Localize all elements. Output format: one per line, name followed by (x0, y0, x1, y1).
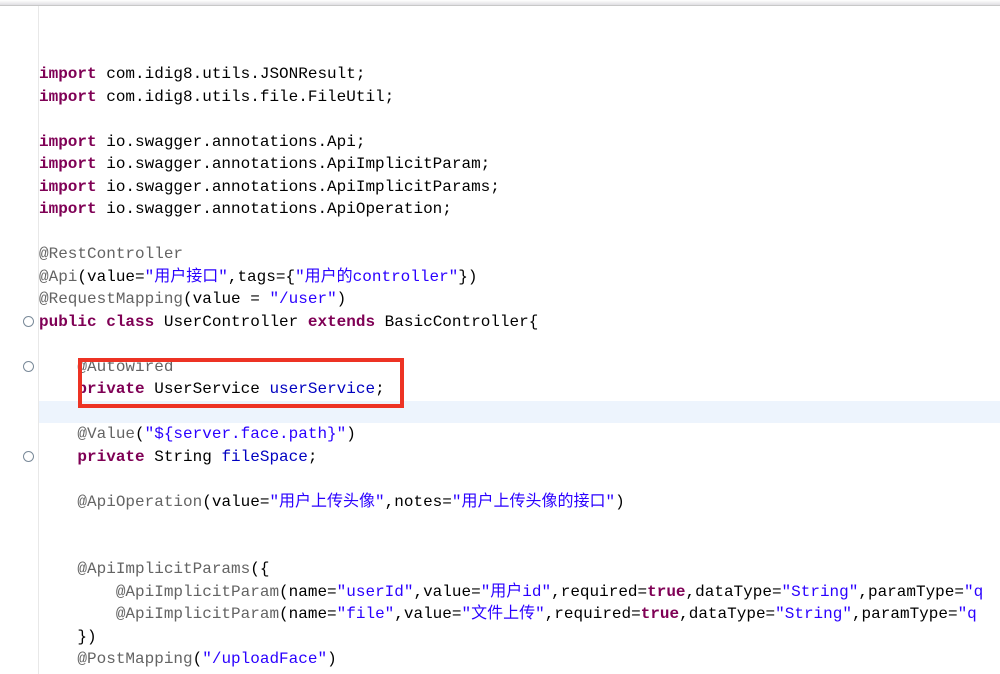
line-number (0, 18, 22, 41)
line-number (0, 176, 22, 199)
line-number (0, 221, 22, 244)
line-number (0, 131, 22, 154)
fold-marker (22, 401, 34, 424)
code-line[interactable]: @ApiImplicitParam(name="userId",value="用… (39, 581, 1000, 604)
line-number (0, 108, 22, 131)
code-line[interactable] (39, 108, 1000, 131)
line-number (0, 41, 22, 64)
fold-marker (22, 558, 34, 581)
fold-marker (22, 288, 34, 311)
code-line[interactable]: @PostMapping("/uploadFace") (39, 648, 1000, 671)
fold-marker (22, 243, 34, 266)
fold-marker (22, 378, 34, 401)
code-line[interactable]: @RequestMapping(value = "/user") (39, 288, 1000, 311)
line-number (0, 288, 22, 311)
line-number (0, 311, 22, 334)
fold-marker[interactable] (22, 446, 34, 469)
fold-marker (22, 581, 34, 604)
code-area[interactable]: import com.idig8.utils.JSONResult;import… (39, 6, 1000, 674)
fold-marker (22, 86, 34, 109)
fold-marker (22, 626, 34, 649)
code-line[interactable]: public JSONResult uploadFace(String user… (39, 671, 1000, 674)
fold-marker (22, 648, 34, 671)
code-line[interactable]: @RestController (39, 243, 1000, 266)
line-number (0, 86, 22, 109)
line-number (0, 491, 22, 514)
line-number-gutter (0, 6, 22, 674)
line-number (0, 513, 22, 536)
code-line[interactable]: public class UserController extends Basi… (39, 311, 1000, 334)
line-number (0, 648, 22, 671)
fold-marker (22, 266, 34, 289)
code-line[interactable]: private UserService userService; (39, 378, 1000, 401)
line-number (0, 401, 22, 424)
fold-marker-column (22, 6, 34, 674)
fold-marker (22, 198, 34, 221)
line-number (0, 63, 22, 86)
fold-marker (22, 536, 34, 559)
fold-marker (22, 18, 34, 41)
fold-marker (22, 333, 34, 356)
line-number (0, 603, 22, 626)
code-line[interactable]: import io.swagger.annotations.ApiImplici… (39, 176, 1000, 199)
line-number (0, 536, 22, 559)
code-line[interactable]: @Autowired (39, 356, 1000, 379)
line-number (0, 626, 22, 649)
fold-marker (22, 108, 34, 131)
fold-marker (22, 63, 34, 86)
line-number (0, 423, 22, 446)
line-number (0, 468, 22, 491)
fold-marker (22, 491, 34, 514)
line-number (0, 153, 22, 176)
code-line[interactable] (39, 468, 1000, 491)
code-editor: import com.idig8.utils.JSONResult;import… (0, 6, 1000, 674)
line-number (0, 266, 22, 289)
fold-marker (22, 513, 34, 536)
code-line[interactable] (39, 513, 1000, 536)
line-number (0, 243, 22, 266)
code-line[interactable]: import io.swagger.annotations.ApiImplici… (39, 153, 1000, 176)
fold-marker (22, 221, 34, 244)
line-number (0, 356, 22, 379)
code-line[interactable]: @ApiImplicitParam(name="file",value="文件上… (39, 603, 1000, 626)
code-line[interactable] (39, 401, 1000, 424)
code-line[interactable] (39, 536, 1000, 559)
line-number (0, 446, 22, 469)
fold-marker (22, 41, 34, 64)
fold-marker (22, 423, 34, 446)
code-line[interactable]: private String fileSpace; (39, 446, 1000, 469)
fold-marker (22, 468, 34, 491)
code-line[interactable]: import com.idig8.utils.file.FileUtil; (39, 86, 1000, 109)
fold-marker (22, 131, 34, 154)
code-line[interactable]: import com.idig8.utils.JSONResult; (39, 63, 1000, 86)
code-line[interactable] (39, 333, 1000, 356)
code-line[interactable]: @ApiImplicitParams({ (39, 558, 1000, 581)
fold-marker[interactable] (22, 311, 34, 334)
line-number (0, 333, 22, 356)
line-number (0, 198, 22, 221)
fold-marker (22, 603, 34, 626)
line-number (0, 378, 22, 401)
code-line[interactable]: @Api(value="用户接口",tags={"用户的controller"}… (39, 266, 1000, 289)
fold-marker[interactable] (22, 356, 34, 379)
code-line[interactable]: import io.swagger.annotations.ApiOperati… (39, 198, 1000, 221)
code-line[interactable]: @Value("${server.face.path}") (39, 423, 1000, 446)
code-line[interactable] (39, 221, 1000, 244)
line-number (0, 581, 22, 604)
line-number (0, 558, 22, 581)
fold-marker (22, 153, 34, 176)
code-line[interactable]: @ApiOperation(value="用户上传头像",notes="用户上传… (39, 491, 1000, 514)
code-line[interactable]: import io.swagger.annotations.Api; (39, 131, 1000, 154)
fold-marker (22, 176, 34, 199)
code-line[interactable]: }) (39, 626, 1000, 649)
